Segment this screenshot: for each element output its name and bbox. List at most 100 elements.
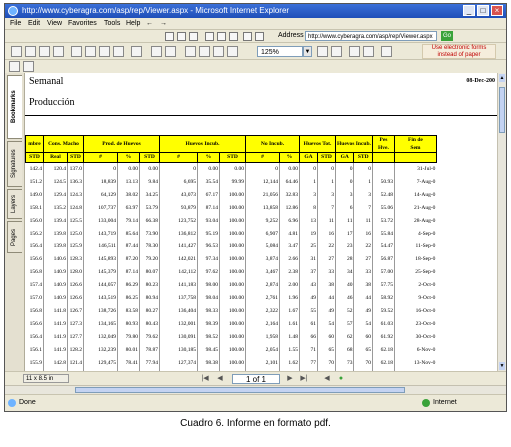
table-row: 156.6 140.6 128.3 145,893 87.20 79.20 142,021 9…	[26, 253, 437, 267]
mail-icon[interactable]	[243, 32, 252, 41]
hand-tool-icon[interactable]	[71, 46, 82, 57]
scroll-thumb-horizontal[interactable]	[75, 387, 405, 393]
sub-header-cell: GA	[334, 152, 355, 163]
page-number-field[interactable]: 1 of 1	[232, 374, 280, 384]
first-page-icon[interactable]: |◀	[201, 375, 209, 383]
table-cell: 107,737	[83, 201, 118, 215]
table-cell: 64.46	[279, 175, 300, 189]
refresh-icon[interactable]	[177, 32, 186, 41]
go-forward-icon[interactable]: ●	[337, 375, 345, 383]
table-cell: 100.00	[219, 292, 246, 305]
form-icon[interactable]	[381, 46, 392, 57]
sub-header-cell: STD	[317, 152, 336, 163]
fit-width-icon[interactable]	[213, 46, 224, 57]
table-row: 158.1 135.2 124.8 107,737 63.97 53.79 93,879 87…	[26, 201, 437, 215]
table-cell: 0	[334, 175, 354, 189]
scroll-up-icon[interactable]: ▲	[499, 74, 505, 82]
maximize-button[interactable]: □	[477, 5, 489, 16]
table-cell	[371, 162, 395, 176]
prev-view-icon[interactable]	[349, 46, 360, 57]
highlight-icon[interactable]	[9, 61, 20, 72]
tab-pages[interactable]: Pages	[7, 221, 22, 253]
table-cell: 83.58	[117, 304, 140, 318]
last-page-icon[interactable]: ▶|	[300, 375, 308, 383]
horizontal-scrollbar[interactable]	[5, 385, 506, 394]
menu-edit[interactable]: Edit	[28, 18, 40, 29]
table-cell: 28-Aug-0	[393, 214, 437, 228]
scroll-thumb[interactable]	[499, 87, 505, 133]
print-pdf-icon[interactable]	[25, 46, 36, 57]
table-cell: 1	[353, 175, 373, 189]
zoom-level-field[interactable]: 125%	[257, 46, 303, 57]
stop-icon[interactable]	[165, 32, 174, 41]
forward-icon[interactable]: →	[160, 18, 167, 29]
table-cell: 128.2	[67, 343, 84, 357]
table-cell: 1,958	[245, 330, 280, 344]
table-cell: 138,726	[83, 304, 118, 318]
next-page-icon[interactable]: ▶	[286, 375, 294, 383]
chevron-down-icon[interactable]: ▼	[303, 46, 312, 57]
rotate-ccw-icon[interactable]	[331, 46, 342, 57]
fit-page-icon[interactable]	[199, 46, 210, 57]
table-cell: 65	[353, 343, 373, 357]
tab-bookmarks[interactable]: Bookmarks	[7, 75, 22, 139]
scroll-down-icon[interactable]: ▼	[499, 362, 505, 370]
go-button[interactable]: Go	[441, 31, 453, 41]
table-cell: 96.53	[197, 240, 220, 254]
actual-size-icon[interactable]	[185, 46, 196, 57]
table-cell: 54	[317, 317, 336, 331]
table-row: 156.6 141.9 127.3 134,165 80.93 80.43 132,001 9…	[26, 317, 437, 331]
menu-help[interactable]: Help	[126, 18, 140, 29]
table-cell: 7-Aug-0	[393, 175, 437, 189]
zoom-tool-icon[interactable]	[131, 46, 142, 57]
tab-layers[interactable]: Layers	[7, 189, 22, 219]
table-cell: 55.06	[371, 201, 395, 215]
snapshot-icon[interactable]	[99, 46, 110, 57]
text-select-icon[interactable]	[85, 46, 96, 57]
table-cell: 130,091	[159, 330, 198, 344]
browser-status-bar: Done Internet	[5, 394, 506, 411]
tab-signatures[interactable]: Signatures	[7, 141, 22, 187]
zoom-in-icon[interactable]	[165, 46, 176, 57]
menu-tools[interactable]: Tools	[104, 18, 120, 29]
table-cell: 140.9	[43, 279, 68, 293]
table-cell: 127,374	[159, 356, 198, 370]
save-icon[interactable]	[11, 46, 22, 57]
reflow-icon[interactable]	[227, 46, 238, 57]
table-cell: 16	[317, 227, 336, 241]
address-input[interactable]: http://www.cyberagra.com/asp/rep/Viewer.…	[305, 31, 437, 41]
pdf-status-bar: 11 x 8.5 in |◀ ◀ 1 of 1 ▶ ▶| ◀ ●	[5, 371, 506, 385]
close-button[interactable]: ×	[491, 5, 503, 16]
find-icon[interactable]	[53, 46, 64, 57]
note-icon[interactable]	[23, 61, 34, 72]
table-cell: 0	[353, 162, 373, 176]
zoom-out-icon[interactable]	[151, 46, 162, 57]
table-cell: 54	[353, 317, 373, 331]
promo-note[interactable]: Use electronic forms instead of paper	[422, 44, 496, 59]
prev-page-icon[interactable]: ◀	[216, 375, 224, 383]
menu-view[interactable]: View	[47, 18, 62, 29]
rotate-icon[interactable]	[317, 46, 328, 57]
history-icon[interactable]	[229, 32, 238, 41]
go-back-icon[interactable]: ◀	[323, 375, 331, 383]
menu-file[interactable]: File	[10, 18, 21, 29]
menu-favorites[interactable]: Favorites	[68, 18, 97, 29]
home-icon[interactable]	[189, 32, 198, 41]
print-icon[interactable]	[255, 32, 264, 41]
vertical-scrollbar[interactable]: ▲ ▼	[497, 73, 506, 371]
table-cell: 3	[353, 188, 373, 202]
table-cell: 100.00	[219, 330, 246, 344]
table-cell: 128.0	[67, 266, 84, 280]
minimize-button[interactable]: _	[463, 5, 475, 16]
search-icon[interactable]	[205, 32, 214, 41]
table-cell: 2,874	[245, 279, 280, 293]
email-icon[interactable]	[39, 46, 50, 57]
favorites-icon[interactable]	[217, 32, 226, 41]
table-cell: 98.45	[197, 343, 220, 357]
table-cell: 60	[353, 330, 373, 344]
help-icon[interactable]	[113, 46, 124, 57]
table-cell: 0.00	[197, 162, 220, 176]
back-button[interactable]: ←	[146, 18, 153, 29]
table-cell: 149.0	[29, 191, 42, 198]
next-view-icon[interactable]	[363, 46, 374, 57]
